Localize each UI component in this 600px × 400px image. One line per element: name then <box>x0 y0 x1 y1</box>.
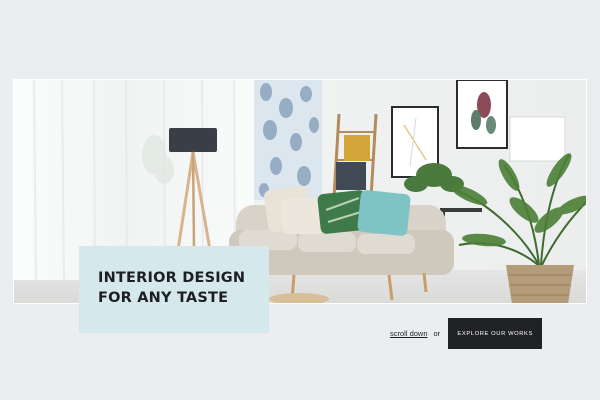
page: INTERIOR DESIGN FOR ANY TASTE scroll dow… <box>0 0 600 400</box>
separator-or: or <box>433 329 441 338</box>
explore-works-button[interactable]: EXPLORE OUR WORKS <box>448 318 543 349</box>
hero-title-card: INTERIOR DESIGN FOR ANY TASTE <box>79 246 269 333</box>
scroll-down-link[interactable]: scroll down <box>390 329 428 338</box>
hero-title-line-1: INTERIOR DESIGN <box>98 270 246 286</box>
hero-actions: scroll down or EXPLORE OUR WORKS <box>390 318 543 349</box>
hero-title-line-2: FOR ANY TASTE <box>98 290 229 306</box>
